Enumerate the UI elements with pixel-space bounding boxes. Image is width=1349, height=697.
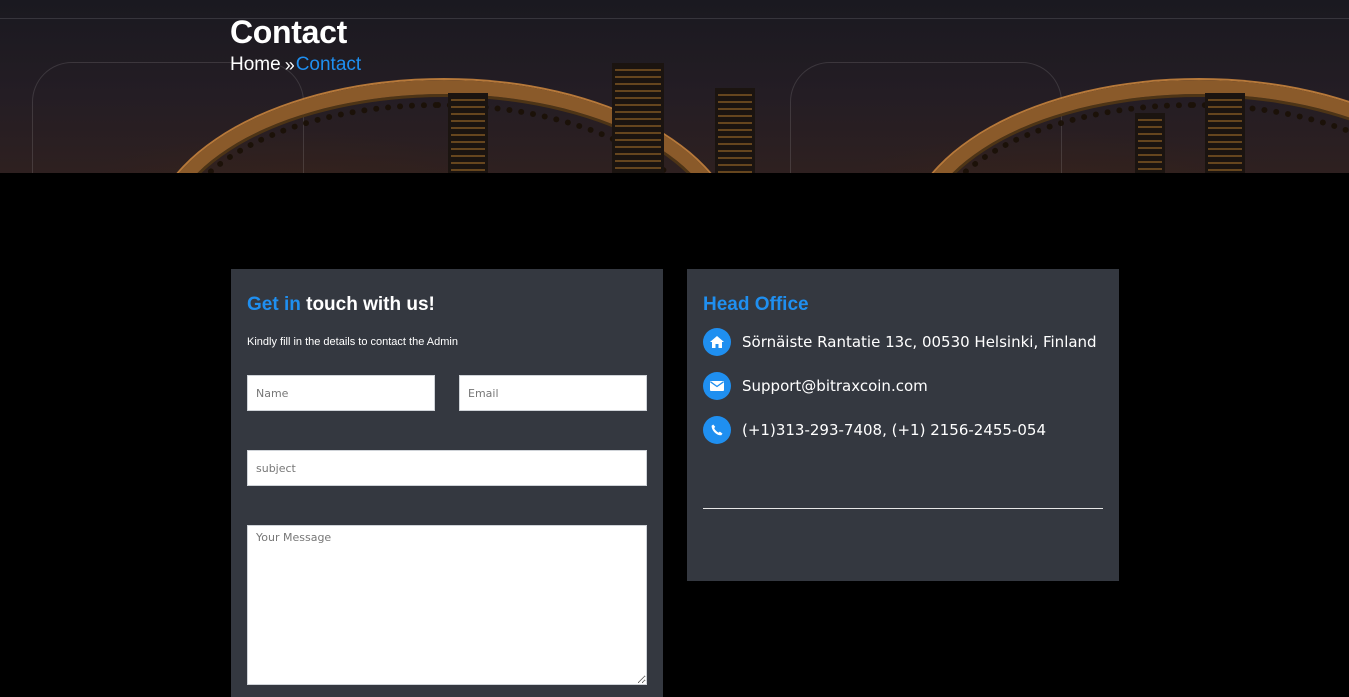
home-icon bbox=[703, 328, 731, 356]
office-email-row: Support@bitraxcoin.com bbox=[703, 372, 928, 400]
office-address-row: Sörnäiste Rantatie 13c, 00530 Helsinki, … bbox=[703, 328, 1097, 356]
envelope-icon bbox=[703, 372, 731, 400]
head-office-title: Head Office bbox=[703, 294, 809, 315]
breadcrumb-current: Contact bbox=[295, 54, 362, 75]
head-office-card: Head Office Sörnäiste Rantatie 13c, 0053… bbox=[687, 269, 1119, 581]
office-address: Sörnäiste Rantatie 13c, 00530 Helsinki, … bbox=[742, 333, 1097, 351]
contact-form-title: Get in touch with us! bbox=[247, 294, 435, 316]
breadcrumb-home-link[interactable]: Home bbox=[230, 54, 281, 76]
banner-building bbox=[1205, 93, 1245, 173]
contact-form-subtitle: Kindly fill in the details to contact th… bbox=[247, 336, 458, 348]
banner-building bbox=[448, 93, 488, 173]
phone-icon bbox=[703, 416, 731, 444]
contact-form-title-rest: touch with us! bbox=[306, 294, 435, 315]
page-title: Contact bbox=[230, 14, 348, 50]
message-textarea[interactable] bbox=[247, 525, 647, 685]
banner-building bbox=[1135, 113, 1165, 173]
page-header-banner: Contact Home » Contact bbox=[0, 0, 1349, 173]
banner-divider bbox=[0, 18, 1349, 19]
breadcrumb: Home » Contact bbox=[230, 54, 361, 76]
head-office-divider bbox=[703, 508, 1103, 509]
office-phone-row: (+1)313-293-7408, (+1) 2156-2455-054 bbox=[703, 416, 1046, 444]
name-input[interactable] bbox=[247, 375, 435, 411]
office-phone[interactable]: (+1)313-293-7408, (+1) 2156-2455-054 bbox=[742, 421, 1046, 439]
contact-form-title-accent: Get in bbox=[247, 294, 301, 315]
banner-building bbox=[715, 88, 755, 173]
banner-building bbox=[612, 63, 664, 173]
breadcrumb-separator: » bbox=[284, 54, 295, 75]
subject-input[interactable] bbox=[247, 450, 647, 486]
office-email[interactable]: Support@bitraxcoin.com bbox=[742, 377, 928, 395]
email-input[interactable] bbox=[459, 375, 647, 411]
contact-form-card: Get in touch with us! Kindly fill in the… bbox=[231, 269, 663, 697]
